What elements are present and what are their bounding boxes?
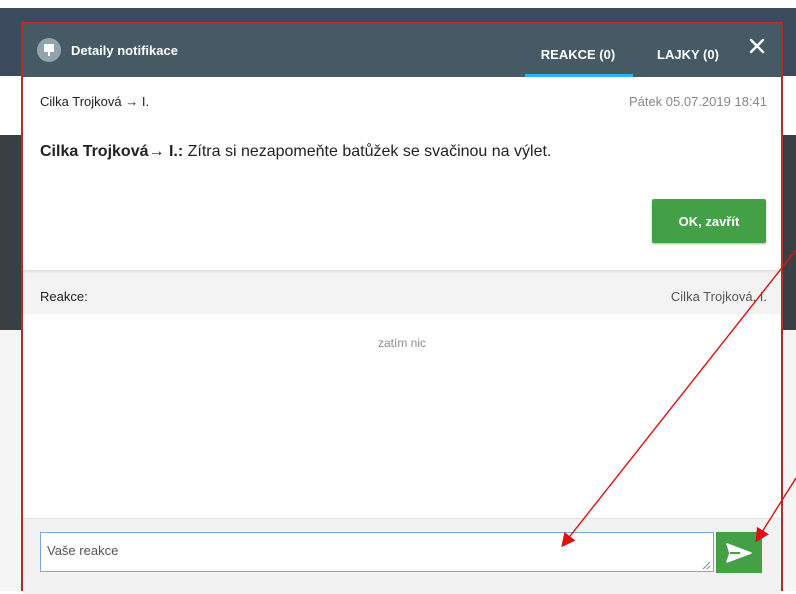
empty-state-text: zatím nic	[377, 336, 426, 350]
reactions-label: Reakce:	[40, 289, 88, 304]
reaction-composer	[23, 518, 781, 594]
send-button[interactable]	[716, 532, 762, 573]
message-sender: Cilka Trojková→ I.:	[40, 143, 184, 160]
notification-message: Cilka Trojková→ I.: Zítra si nezapomeňte…	[40, 143, 551, 161]
reactions-author: Cilka Trojková, I.	[670, 289, 767, 304]
message-text: Zítra si nezapomeňte batůžek se svačinou…	[183, 143, 552, 160]
tab-likes[interactable]: LAJKY (0)	[643, 24, 733, 77]
resize-grip-icon[interactable]	[701, 560, 711, 570]
notification-detail-modal: Detaily notifikace REAKCE (0) LAJKY (0) …	[21, 22, 783, 594]
notification-meta: Cilka Trojková → I. Pátek 05.07.2019 18:…	[23, 77, 781, 122]
notification-icon	[37, 38, 61, 62]
send-icon	[726, 542, 752, 563]
tab-reactions[interactable]: REAKCE (0)	[523, 24, 633, 77]
modal-header: Detaily notifikace REAKCE (0) LAJKY (0)	[23, 24, 781, 77]
close-icon[interactable]	[747, 36, 767, 58]
ok-close-button[interactable]: OK, zavřít	[652, 199, 766, 243]
reactions-header: Reakce: Cilka Trojková, I.	[23, 274, 781, 314]
background-strip	[0, 0, 796, 8]
sender-route: Cilka Trojková → I.	[40, 94, 150, 109]
modal-title: Detaily notifikace	[71, 43, 178, 58]
timestamp: Pátek 05.07.2019 18:41	[628, 94, 767, 109]
reaction-input[interactable]	[40, 532, 714, 572]
